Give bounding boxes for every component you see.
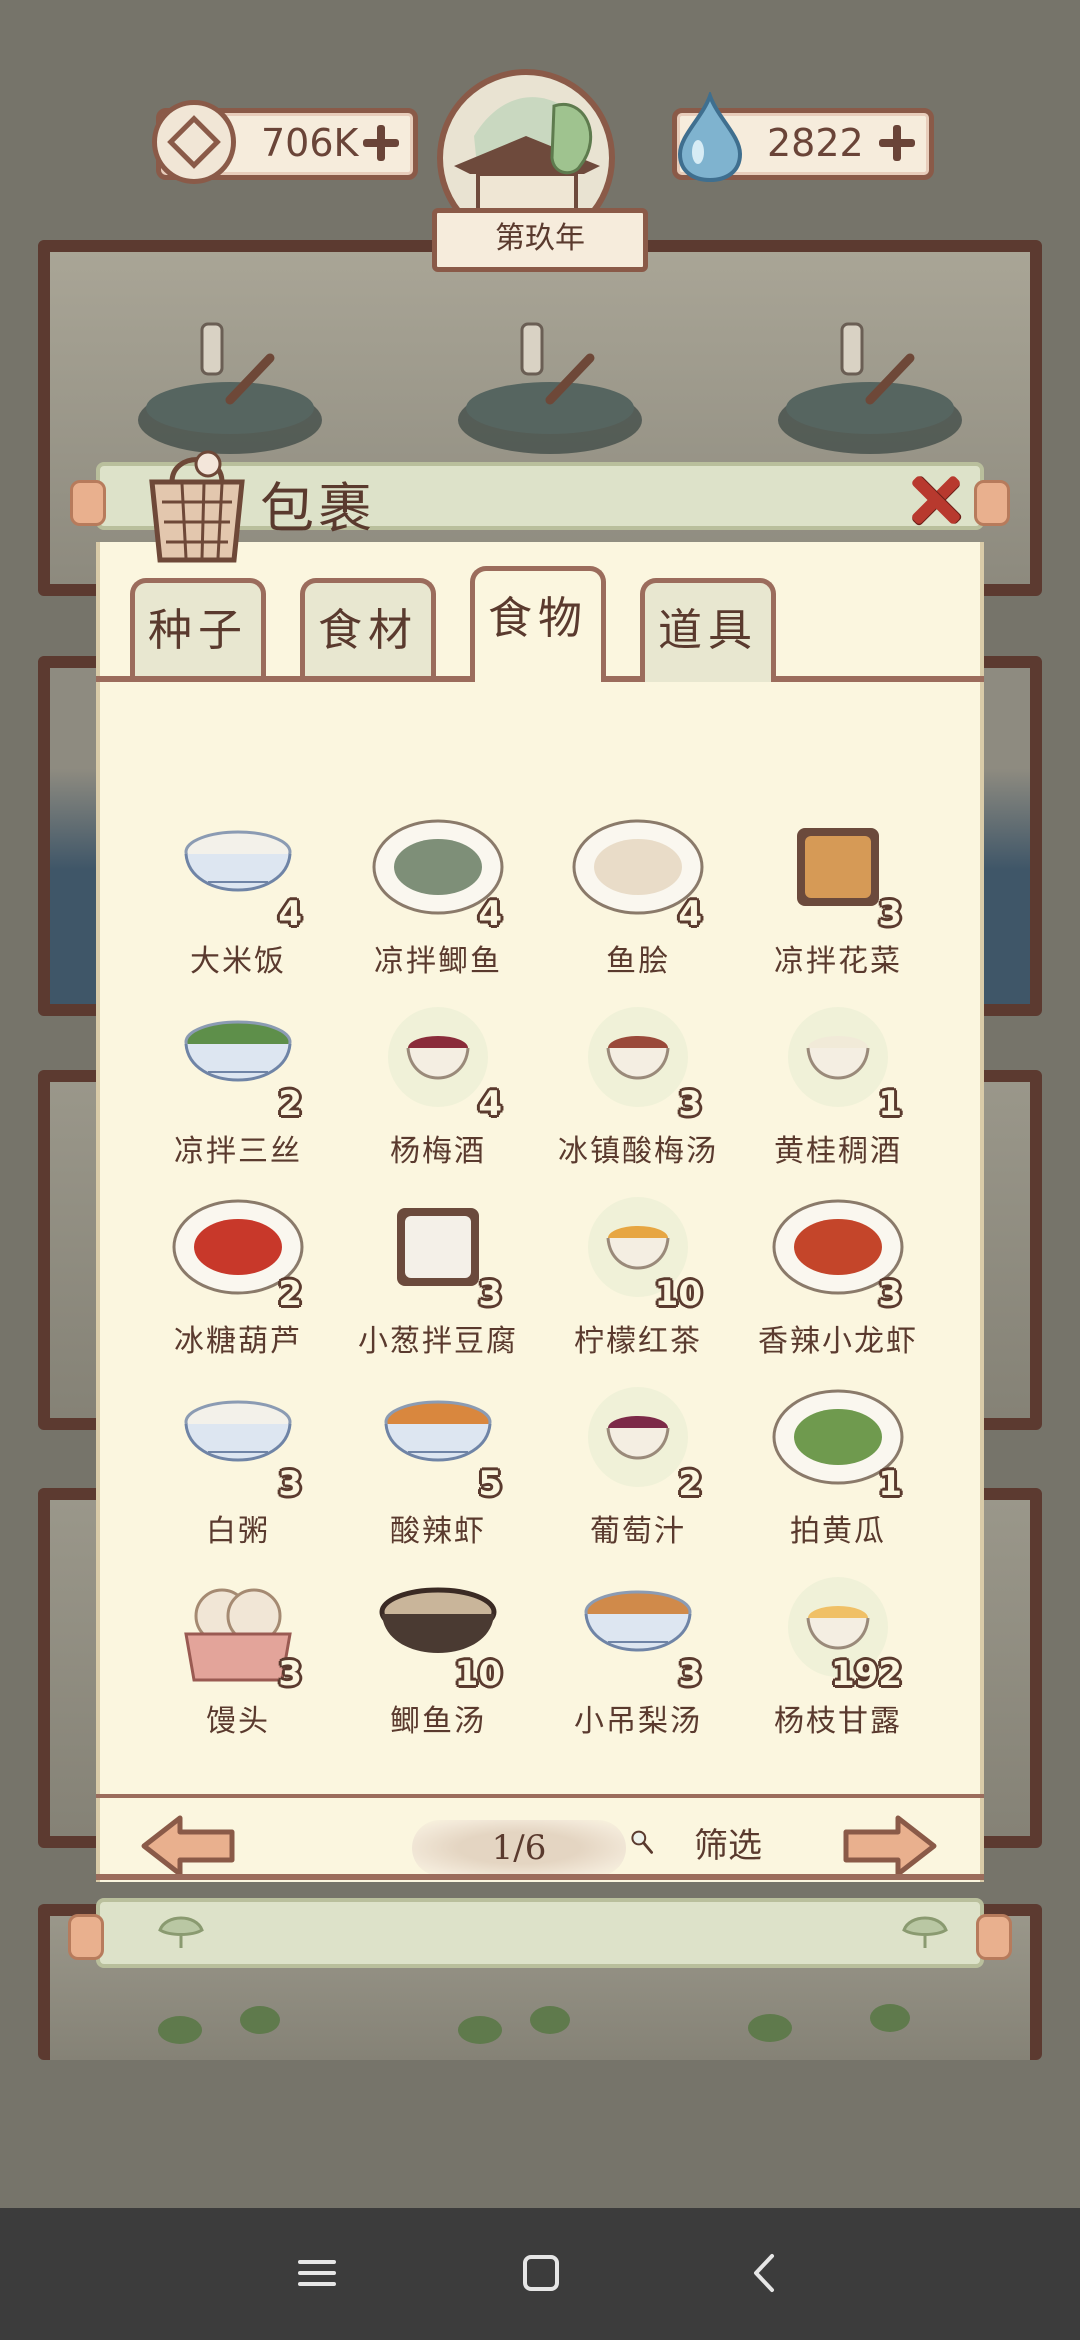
item-count: 10 <box>454 1654 502 1694</box>
item-count: 3 <box>878 1274 902 1314</box>
item-grid: 4 大米饭 4 凉拌鲫鱼 4 鱼脍 3 凉拌花菜 2 凉拌三丝 4 杨梅酒 3 冰镇酸梅汤 1 黄桂稠酒 2 冰糖… <box>96 462 984 1792</box>
filter-button[interactable]: 筛选 <box>694 1818 762 1867</box>
inventory-item[interactable]: 4 凉拌鲫鱼 <box>338 812 538 992</box>
inventory-item[interactable]: 3 冰镇酸梅汤 <box>538 1002 738 1182</box>
inventory-item[interactable]: 4 鱼脍 <box>538 812 738 992</box>
item-name: 凉拌花菜 <box>774 944 902 979</box>
item-name: 黄桂稠酒 <box>774 1134 902 1169</box>
dish-icon <box>788 1007 888 1107</box>
inventory-item[interactable]: 2 葡萄汁 <box>538 1382 738 1562</box>
item-count: 4 <box>478 894 502 934</box>
item-count: 192 <box>831 1654 902 1694</box>
inventory-modal: 包裹 种子 食材 食物 道具 4 大米饭 4 凉拌鲫鱼 4 鱼脍 3 凉拌花菜 2 凉拌三丝 4 杨梅… <box>68 450 1012 1968</box>
item-count: 1 <box>878 1084 902 1124</box>
scroll-roller <box>68 1914 104 1960</box>
coin-icon <box>152 100 236 184</box>
inventory-item[interactable]: 2 凉拌三丝 <box>138 1002 338 1182</box>
item-count: 3 <box>678 1654 702 1694</box>
prev-page-button[interactable] <box>140 1814 236 1878</box>
ginkgo-leaf-icon <box>902 1916 948 1948</box>
water-drop-icon <box>677 92 743 183</box>
scroll-roller <box>976 1914 1012 1960</box>
item-name: 杨枝甘露 <box>774 1704 902 1739</box>
inventory-item[interactable]: 10 柠檬红茶 <box>538 1192 738 1372</box>
item-count: 2 <box>278 1274 302 1314</box>
home-icon[interactable] <box>516 2248 566 2298</box>
magnifier-icon[interactable] <box>630 1810 690 1874</box>
inventory-item[interactable]: 3 小吊梨汤 <box>538 1572 738 1752</box>
ginkgo-leaf-icon <box>158 1916 204 1948</box>
item-count: 2 <box>678 1464 702 1504</box>
footer-divider <box>96 1874 984 1880</box>
water-value: 2822 <box>767 121 864 165</box>
inventory-item[interactable]: 3 香辣小龙虾 <box>738 1192 938 1372</box>
item-name: 拍黄瓜 <box>790 1514 886 1549</box>
item-count: 5 <box>478 1464 502 1504</box>
item-count: 3 <box>278 1654 302 1694</box>
dish-icon <box>397 1208 479 1286</box>
pot-icon <box>138 322 322 454</box>
item-count: 3 <box>478 1274 502 1314</box>
next-page-button[interactable] <box>842 1814 938 1878</box>
pot-icon <box>458 322 642 454</box>
item-count: 4 <box>678 894 702 934</box>
menu-icon[interactable] <box>292 2248 342 2298</box>
inventory-item[interactable]: 3 馒头 <box>138 1572 338 1752</box>
inventory-item[interactable]: 1 黄桂稠酒 <box>738 1002 938 1182</box>
inventory-item[interactable]: 3 小葱拌豆腐 <box>338 1192 538 1372</box>
item-name: 香辣小龙虾 <box>758 1324 918 1359</box>
item-count: 1 <box>878 1464 902 1504</box>
footer-divider <box>96 1794 984 1798</box>
system-nav-bar <box>0 2208 1080 2340</box>
dish-icon <box>588 1387 688 1487</box>
item-count: 3 <box>278 1464 302 1504</box>
coin-value: 706K <box>261 121 359 165</box>
add-water-button[interactable] <box>877 123 917 163</box>
item-count: 4 <box>478 1084 502 1124</box>
add-coins-button[interactable] <box>361 123 401 163</box>
inventory-item[interactable]: 1 拍黄瓜 <box>738 1382 938 1562</box>
scroll-bottom-bar <box>68 1898 1012 1968</box>
item-count: 3 <box>878 894 902 934</box>
inventory-item[interactable]: 3 凉拌花菜 <box>738 812 938 992</box>
inventory-item[interactable]: 3 白粥 <box>138 1382 338 1562</box>
inventory-item[interactable]: 4 大米饭 <box>138 812 338 992</box>
dish-icon <box>588 1007 688 1107</box>
item-count: 3 <box>678 1084 702 1124</box>
item-count: 2 <box>278 1084 302 1124</box>
inventory-item[interactable]: 192 杨枝甘露 <box>738 1572 938 1752</box>
inventory-item[interactable]: 5 酸辣虾 <box>338 1382 538 1562</box>
item-count: 10 <box>654 1274 702 1314</box>
item-count: 4 <box>278 894 302 934</box>
vine-decoration <box>158 2004 910 2044</box>
dish-icon <box>797 828 879 906</box>
back-icon[interactable] <box>740 2248 790 2298</box>
page-indicator: 1/6 <box>412 1820 626 1876</box>
inventory-item[interactable]: 10 鲫鱼汤 <box>338 1572 538 1752</box>
inventory-item[interactable]: 2 冰糖葫芦 <box>138 1192 338 1372</box>
year-plaque: 第玖年 <box>432 208 648 272</box>
pot-icon <box>778 322 962 454</box>
dish-icon <box>388 1007 488 1107</box>
inventory-item[interactable]: 4 杨梅酒 <box>338 1002 538 1182</box>
